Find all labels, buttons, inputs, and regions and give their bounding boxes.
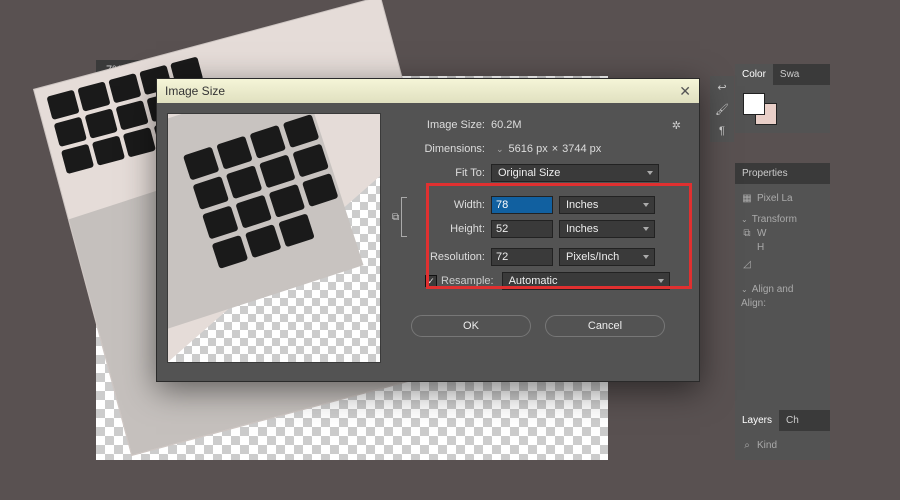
- dimensions-dropdown[interactable]: ⌄: [496, 144, 504, 155]
- dimensions-height: 3744 px: [562, 143, 601, 155]
- image-size-label: Image Size:: [395, 119, 491, 131]
- close-icon[interactable]: ✕: [679, 83, 691, 100]
- resolution-input[interactable]: [491, 248, 553, 266]
- dimensions-width: 5616 px: [509, 143, 548, 155]
- angle-icon[interactable]: ◿: [741, 259, 753, 270]
- dimensions-separator: ×: [552, 143, 558, 155]
- ok-button[interactable]: OK: [411, 315, 531, 337]
- height-label: Height:: [413, 223, 491, 235]
- height-input[interactable]: [491, 220, 553, 238]
- layer-filter-label: Kind: [757, 440, 777, 451]
- tab-color[interactable]: Color: [735, 64, 773, 85]
- properties-panel-header[interactable]: Properties: [735, 163, 830, 184]
- resolution-label: Resolution:: [395, 251, 491, 263]
- tab-layers[interactable]: Layers: [735, 410, 779, 431]
- constrain-proportions-icon[interactable]: ⧉: [392, 212, 399, 223]
- right-panels: Color Swa Properties ▦ Pixel La ⌄ Transfo…: [735, 64, 830, 460]
- align-label: Align:: [741, 298, 766, 309]
- pixel-layer-label: Pixel La: [757, 193, 793, 204]
- width-label: Width:: [413, 199, 491, 211]
- history-icon[interactable]: ↩: [715, 80, 729, 94]
- height-unit-dropdown[interactable]: Inches: [559, 220, 655, 238]
- collapsed-panel-dock: ↩ 🖌 ¶: [710, 76, 734, 142]
- image-size-dialog: Image Size ✕ Image Size: 60.2M ✲: [156, 78, 700, 382]
- fit-to-label: Fit To:: [395, 167, 491, 179]
- transform-label: Transform: [752, 214, 797, 225]
- resample-dropdown[interactable]: Automatic: [502, 272, 670, 290]
- resample-label: Resample:: [441, 275, 494, 287]
- h-label: H: [757, 242, 764, 253]
- gear-icon[interactable]: ✲: [672, 119, 681, 132]
- align-header: Align and: [752, 284, 794, 295]
- resolution-unit-dropdown[interactable]: Pixels/Inch: [559, 248, 655, 266]
- tab-channels[interactable]: Ch: [779, 410, 806, 431]
- search-icon[interactable]: ⌕: [741, 440, 753, 451]
- cancel-button[interactable]: Cancel: [545, 315, 665, 337]
- chevron-down-icon[interactable]: ⌄: [741, 285, 748, 294]
- pixel-layer-icon: ▦: [741, 193, 753, 204]
- preview-area: [157, 103, 391, 381]
- dimensions-label: Dimensions:: [395, 143, 491, 155]
- foreground-color[interactable]: [743, 93, 765, 115]
- fit-to-dropdown[interactable]: Original Size: [491, 164, 659, 182]
- resample-checkbox[interactable]: ✓: [425, 275, 437, 287]
- chevron-down-icon[interactable]: ⌄: [741, 215, 748, 224]
- width-input[interactable]: [491, 196, 553, 214]
- paragraph-icon[interactable]: ¶: [715, 124, 729, 138]
- link-icon[interactable]: ⧉: [741, 228, 753, 239]
- preview-image[interactable]: [167, 113, 381, 363]
- dialog-title: Image Size: [165, 84, 225, 98]
- brush-icon[interactable]: 🖌: [715, 102, 729, 116]
- color-swatches[interactable]: [735, 85, 830, 133]
- image-size-value: 60.2M: [491, 119, 522, 131]
- w-label: W: [757, 228, 766, 239]
- width-unit-dropdown[interactable]: Inches: [559, 196, 655, 214]
- tab-swatches[interactable]: Swa: [773, 64, 806, 85]
